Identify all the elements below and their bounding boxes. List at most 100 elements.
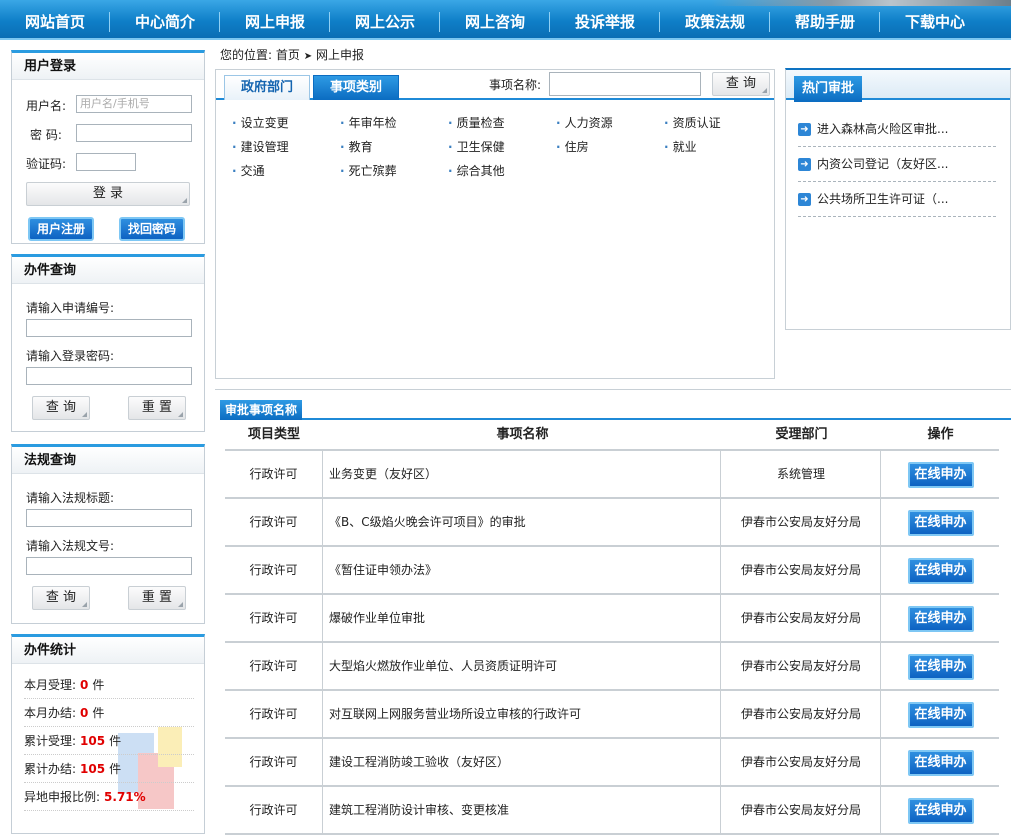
table-row: 行政许可 《B、C级焰火晚会许可项目》的审批 伊春市公安局友好分局 在线申办	[225, 499, 999, 547]
apply-online-button[interactable]: 在线申办	[907, 798, 974, 824]
col-op: 操作	[927, 427, 954, 442]
row-op: 在线申办	[882, 499, 999, 545]
category-box: 政府部门 事项类别 事项名称: 查 询 设立变更 年审年检 质量检查 人力资源 …	[215, 69, 775, 379]
login-button[interactable]: 登 录	[26, 182, 190, 206]
stats-panel: 办件统计 本月受理: 0 件 本月办结: 0 件 累计受理: 105 件 累计办结: 105 件…	[11, 634, 205, 834]
username-input[interactable]: 用户名/手机号	[76, 95, 192, 113]
stat-total-finished: 累计办结: 105 件	[24, 755, 194, 783]
approval-list-header: 审批事项名称	[220, 400, 1011, 420]
row-op: 在线申办	[882, 643, 999, 689]
nav-help[interactable]: 帮助手册	[770, 8, 880, 36]
apply-online-button[interactable]: 在线申办	[907, 510, 974, 536]
tab-government-dept[interactable]: 政府部门	[224, 75, 310, 100]
case-pwd-input[interactable]	[26, 367, 192, 385]
apply-online-button[interactable]: 在线申办	[907, 462, 974, 488]
breadcrumb-prefix: 您的位置:	[220, 48, 273, 62]
category-item[interactable]: 质量检查	[448, 114, 505, 131]
arrow-right-icon: ➜	[798, 123, 811, 136]
nav-online-apply[interactable]: 网上申报	[220, 8, 330, 36]
table-row: 行政许可 建筑工程消防设计审核、变更核准 伊春市公安局友好分局 在线申办	[225, 787, 999, 835]
app-no-label: 请输入申请编号:	[26, 301, 115, 315]
law-title-input[interactable]	[26, 509, 192, 527]
item-name-input[interactable]	[549, 72, 701, 96]
law-title-label: 请输入法规标题:	[26, 491, 115, 505]
case-query-panel: 办件查询 请输入申请编号: 请输入登录密码: 查 询 重 置	[11, 254, 205, 432]
hot-item[interactable]: ➜ 内资公司登记（友好区...	[798, 147, 996, 182]
category-item[interactable]: 卫生保健	[448, 138, 505, 155]
category-item[interactable]: 住房	[556, 138, 589, 155]
hot-approvals-title: 热门审批	[794, 76, 862, 102]
stat-total-accepted: 累计受理: 105 件	[24, 727, 194, 755]
password-input[interactable]	[76, 124, 192, 142]
approval-list: 审批事项名称 项目类型 事项名称 受理部门 操作 行政许可 业务变更（友好区） …	[215, 389, 1011, 835]
nav-policy[interactable]: 政策法规	[660, 8, 770, 36]
category-item[interactable]: 综合其他	[448, 162, 505, 179]
login-panel: 用户登录 用户名: 用户名/手机号 密 码: 验证码: 登 录 用户注册 找回密…	[11, 50, 205, 244]
category-item[interactable]: 交通	[232, 162, 265, 179]
recover-password-button[interactable]: 找回密码	[119, 217, 185, 241]
breadcrumb-home[interactable]: 首页	[276, 48, 300, 62]
law-reset-button[interactable]: 重 置	[128, 586, 186, 610]
arrow-right-icon: ➜	[798, 193, 811, 206]
row-op: 在线申办	[882, 547, 999, 593]
apply-online-button[interactable]: 在线申办	[907, 606, 974, 632]
stat-remote-ratio: 异地申报比例: 5.71%	[24, 783, 194, 811]
row-type: 行政许可	[225, 451, 323, 497]
row-dept: 伊春市公安局友好分局	[722, 499, 881, 545]
row-name: 建设工程消防竣工验收（友好区）	[324, 739, 721, 785]
category-item[interactable]: 设立变更	[232, 114, 289, 131]
col-dept: 受理部门	[775, 427, 828, 442]
hot-approvals-header: 热门审批	[786, 70, 1010, 102]
app-no-input[interactable]	[26, 319, 192, 337]
apply-online-button[interactable]: 在线申办	[907, 654, 974, 680]
stats-title: 办件统计	[12, 637, 204, 664]
nav-about[interactable]: 中心简介	[110, 8, 220, 36]
item-search-button[interactable]: 查 询	[712, 72, 770, 96]
row-name: 《B、C级焰火晚会许可项目》的审批	[324, 499, 721, 545]
case-query-button[interactable]: 查 询	[32, 396, 90, 420]
row-type: 行政许可	[225, 595, 323, 641]
table-row: 行政许可 业务变更（友好区） 系统管理 在线申办	[225, 451, 999, 499]
law-query-panel: 法规查询 请输入法规标题: 请输入法规文号: 查 询 重 置	[11, 444, 205, 624]
apply-online-button[interactable]: 在线申办	[907, 558, 974, 584]
nav-consult[interactable]: 网上咨询	[440, 8, 550, 36]
row-dept: 伊春市公安局友好分局	[722, 691, 881, 737]
row-type: 行政许可	[225, 643, 323, 689]
captcha-input[interactable]	[76, 153, 136, 171]
category-item[interactable]: 就业	[664, 138, 697, 155]
apply-online-button[interactable]: 在线申办	[907, 702, 974, 728]
captcha-label: 验证码:	[26, 157, 67, 171]
item-name-label: 事项名称:	[489, 78, 542, 92]
nav-home[interactable]: 网站首页	[0, 8, 110, 36]
tab-item-category[interactable]: 事项类别	[313, 75, 399, 100]
table-row: 行政许可 大型焰火燃放作业单位、人员资质证明许可 伊春市公安局友好分局 在线申办	[225, 643, 999, 691]
hot-item[interactable]: ➜ 进入森林高火险区审批...	[798, 112, 996, 147]
stat-month-finished: 本月办结: 0 件	[24, 699, 194, 727]
hot-item[interactable]: ➜ 公共场所卫生许可证（...	[798, 182, 996, 217]
category-item[interactable]: 死亡殡葬	[340, 162, 397, 179]
row-name: 建筑工程消防设计审核、变更核准	[324, 787, 721, 833]
apply-online-button[interactable]: 在线申办	[907, 750, 974, 776]
nav-download[interactable]: 下载中心	[880, 8, 990, 36]
category-item[interactable]: 教育	[340, 138, 373, 155]
category-item[interactable]: 人力资源	[556, 114, 613, 131]
category-tabs: 政府部门 事项类别 事项名称: 查 询	[216, 70, 774, 100]
row-name: 爆破作业单位审批	[324, 595, 721, 641]
breadcrumb-current: 网上申报	[315, 48, 364, 62]
nav-complaint[interactable]: 投诉举报	[550, 8, 660, 36]
category-item[interactable]: 建设管理	[232, 138, 289, 155]
table-row: 行政许可 对互联网上网服务营业场所设立审核的行政许可 伊春市公安局友好分局 在线…	[225, 691, 999, 739]
category-item[interactable]: 年审年检	[340, 114, 397, 131]
row-op: 在线申办	[882, 787, 999, 833]
row-op: 在线申办	[882, 451, 999, 497]
law-no-input[interactable]	[26, 557, 192, 575]
nav-public-notice[interactable]: 网上公示	[330, 8, 440, 36]
row-type: 行政许可	[225, 739, 323, 785]
case-query-title: 办件查询	[12, 257, 204, 284]
law-query-title: 法规查询	[12, 447, 204, 474]
category-item[interactable]: 资质认证	[664, 114, 721, 131]
case-reset-button[interactable]: 重 置	[128, 396, 186, 420]
law-query-button[interactable]: 查 询	[32, 586, 90, 610]
register-button[interactable]: 用户注册	[28, 217, 94, 241]
row-type: 行政许可	[225, 547, 323, 593]
